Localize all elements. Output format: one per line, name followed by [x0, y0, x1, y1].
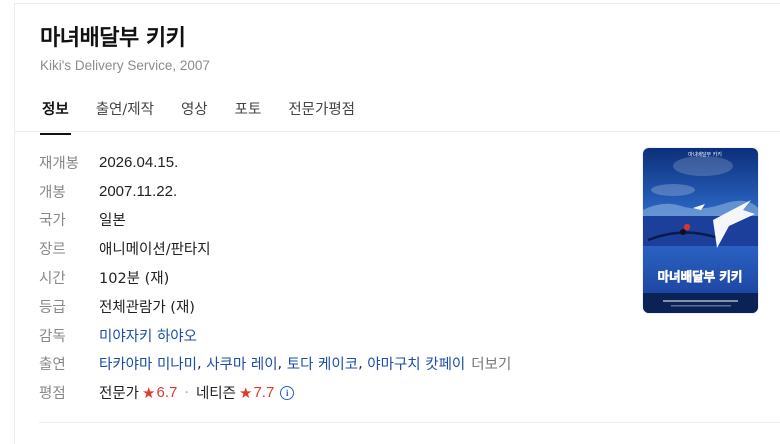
tab-cast-crew[interactable]: 출연/제작: [94, 97, 156, 133]
tab-critic-rating[interactable]: 전문가평점: [286, 97, 357, 133]
genre-value: 애니메이션/판타지: [99, 242, 211, 259]
critic-label: 전문가: [99, 386, 140, 403]
info-label: 감독: [39, 328, 66, 345]
info-row-cast: 출연 타카야마 미나미, 사쿠마 레이, 토다 케이코, 야마구치 캇페이 더보…: [39, 350, 511, 379]
info-row-director: 감독 미야자키 하야오: [39, 321, 511, 350]
star-icon: ★: [142, 383, 156, 402]
age-rating-value: 전체관람가 (재): [99, 299, 195, 316]
runtime-value: 102분 (재): [99, 271, 170, 288]
cast-separator: ,: [358, 355, 368, 372]
info-row-country: 국가 일본: [39, 206, 511, 235]
cast-more-link[interactable]: 더보기: [471, 353, 511, 374]
info-label: 등급: [39, 299, 66, 316]
poster-top-text: 마녀배달부 키키: [688, 151, 722, 158]
release-date: 2007.11.22.: [99, 182, 178, 200]
poster-title-text: 마녀배달부 키키: [658, 269, 743, 284]
star-icon: ★: [238, 383, 253, 402]
country-value: 일본: [99, 213, 126, 230]
movie-subtitle: Kiki's Delivery Service, 2007: [40, 58, 210, 73]
tab-photo[interactable]: 포토: [233, 97, 264, 133]
tab-video[interactable]: 영상: [179, 97, 210, 133]
netizen-score: 7.7: [253, 384, 275, 402]
bottom-divider: [39, 422, 780, 423]
tab-divider: [15, 131, 780, 132]
critic-score: 6.7: [156, 384, 178, 402]
tab-bar: 정보 출연/제작 영상 포토 전문가평점: [40, 97, 380, 135]
tab-info[interactable]: 정보: [40, 97, 71, 135]
movie-info-card: 마녀배달부 키키 Kiki's Delivery Service, 2007 정…: [14, 3, 780, 444]
cast-link[interactable]: 사쿠마 레이: [206, 353, 277, 374]
info-label: 재개봉: [39, 155, 80, 172]
cast-link[interactable]: 토다 케이코: [287, 353, 358, 374]
movie-title: 마녀배달부 키키: [40, 26, 186, 51]
info-icon[interactable]: i: [280, 385, 295, 400]
info-label: 시간: [39, 271, 66, 288]
info-label: 출연: [39, 357, 66, 374]
info-row-runtime: 시간 102분 (재): [39, 263, 511, 292]
poster-illustration: 마녀배달부 키키 마녀배달부 키키: [643, 148, 758, 313]
info-label: 국가: [39, 213, 66, 230]
score-separator: ·: [184, 384, 189, 401]
info-row-genre: 장르 애니메이션/판타지: [39, 234, 511, 263]
director-link[interactable]: 미야자키 하야오: [99, 325, 197, 346]
movie-poster[interactable]: 마녀배달부 키키 마녀배달부 키키: [643, 148, 758, 313]
cast-link[interactable]: 야마구치 캇페이: [367, 353, 465, 374]
info-row-rating: 등급 전체관람가 (재): [39, 292, 511, 321]
cast-separator: ,: [277, 355, 287, 372]
info-row-rerelease: 재개봉 2026.04.15.: [39, 148, 511, 177]
info-label: 개봉: [39, 184, 66, 201]
rerelease-date: 2026.04.15.: [99, 153, 179, 171]
netizen-label: 네티즌: [195, 386, 236, 403]
info-label: 평점: [39, 386, 66, 403]
info-row-release: 개봉 2007.11.22.: [39, 177, 511, 206]
info-label: 장르: [39, 242, 66, 259]
cast-link[interactable]: 타카야마 미나미: [99, 353, 197, 374]
cast-separator: ,: [197, 355, 207, 372]
info-row-score: 평점 전문가 ★ 6.7 · 네티즌 ★ 7.7 i: [39, 378, 511, 407]
info-list: 재개봉 2026.04.15. 개봉 2007.11.22. 국가 일본 장르 …: [39, 148, 511, 407]
